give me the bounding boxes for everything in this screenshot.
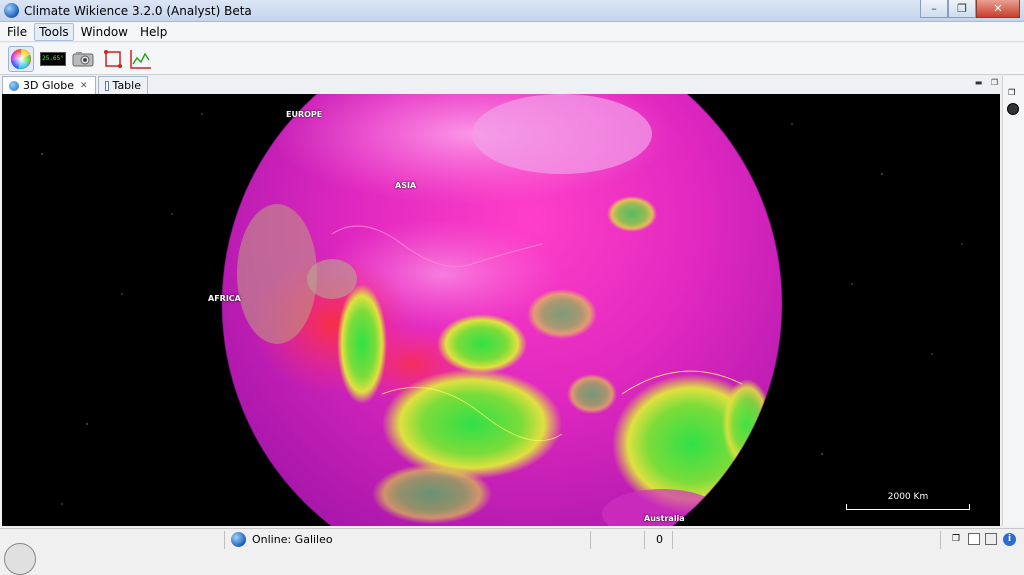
restore-button[interactable]: ❐ (948, 0, 976, 18)
color-wheel-button[interactable] (8, 46, 34, 72)
view-controls: ▬ ❐ (975, 78, 998, 87)
time-series-chart-button[interactable] (128, 46, 154, 72)
tab-3d-globe-label: 3D Globe (23, 79, 75, 92)
region-select-icon (104, 50, 122, 68)
editor-tab-bar: 3D Globe ✕ Table (2, 76, 1000, 94)
scale-ruler (846, 504, 970, 510)
scale-label: 2000 Km (887, 492, 929, 502)
compass-icon[interactable] (1007, 103, 1019, 115)
status-count: 0 (656, 533, 663, 546)
temperature-readout-button[interactable]: 25.65° (39, 46, 67, 72)
select-region-button[interactable] (100, 46, 126, 72)
minimize-view-icon[interactable]: ▬ (975, 78, 983, 87)
tab-table[interactable]: Table (98, 76, 148, 94)
side-panel-strip: ❐ (1002, 76, 1024, 526)
globe-icon (9, 80, 19, 91)
label-asia: ASIA (395, 181, 417, 190)
color-wheel-icon (10, 49, 31, 70)
label-australia: Australia (644, 514, 685, 523)
temperature-display: 25.65° (40, 52, 66, 66)
table-icon (105, 80, 109, 91)
window-title: Climate Wikience 3.2.0 (Analyst) Beta (24, 4, 252, 18)
menu-file[interactable]: File (2, 23, 32, 41)
menu-window[interactable]: Window (76, 23, 133, 41)
label-africa: AFRICA (208, 294, 241, 303)
network-globe-icon (231, 532, 246, 547)
properties-view-icon[interactable] (985, 533, 997, 545)
camera-button[interactable] (70, 46, 96, 72)
status-bar: Online: Galileo 0 ❐ i (0, 528, 1024, 575)
toolbar: 25.65° (0, 43, 1024, 75)
camera-icon (72, 52, 94, 67)
close-tab-icon[interactable]: ✕ (80, 81, 88, 91)
scale-bar: 2000 Km (846, 492, 970, 510)
restore-status-icon[interactable]: ❐ (952, 534, 960, 544)
menu-tools[interactable]: Tools (34, 22, 74, 41)
menu-help[interactable]: Help (135, 23, 172, 41)
connection-status: Online: Galileo (252, 533, 333, 546)
tab-table-label: Table (112, 79, 141, 92)
progress-globe-icon (4, 543, 36, 575)
minimize-button[interactable]: – (920, 0, 948, 18)
globe-viewport[interactable]: EUROPE ASIA AFRICA Australia 2000 Km (2, 94, 1000, 526)
close-button[interactable]: ✕ (976, 0, 1020, 18)
title-bar: Climate Wikience 3.2.0 (Analyst) Beta – … (0, 0, 1024, 22)
chart-icon (130, 50, 151, 69)
menu-bar: File Tools Window Help (0, 22, 1024, 42)
label-europe: EUROPE (286, 110, 323, 119)
info-icon[interactable]: i (1003, 533, 1016, 546)
maximize-view-icon[interactable]: ❐ (991, 78, 998, 87)
globe-canvas[interactable] (2, 94, 1000, 526)
window-controls: – ❐ ✕ (920, 0, 1020, 20)
app-globe-icon (4, 3, 19, 18)
tab-3d-globe[interactable]: 3D Globe ✕ (2, 76, 96, 94)
restore-panel-icon[interactable]: ❐ (1008, 88, 1015, 97)
outline-view-icon[interactable] (968, 533, 980, 545)
